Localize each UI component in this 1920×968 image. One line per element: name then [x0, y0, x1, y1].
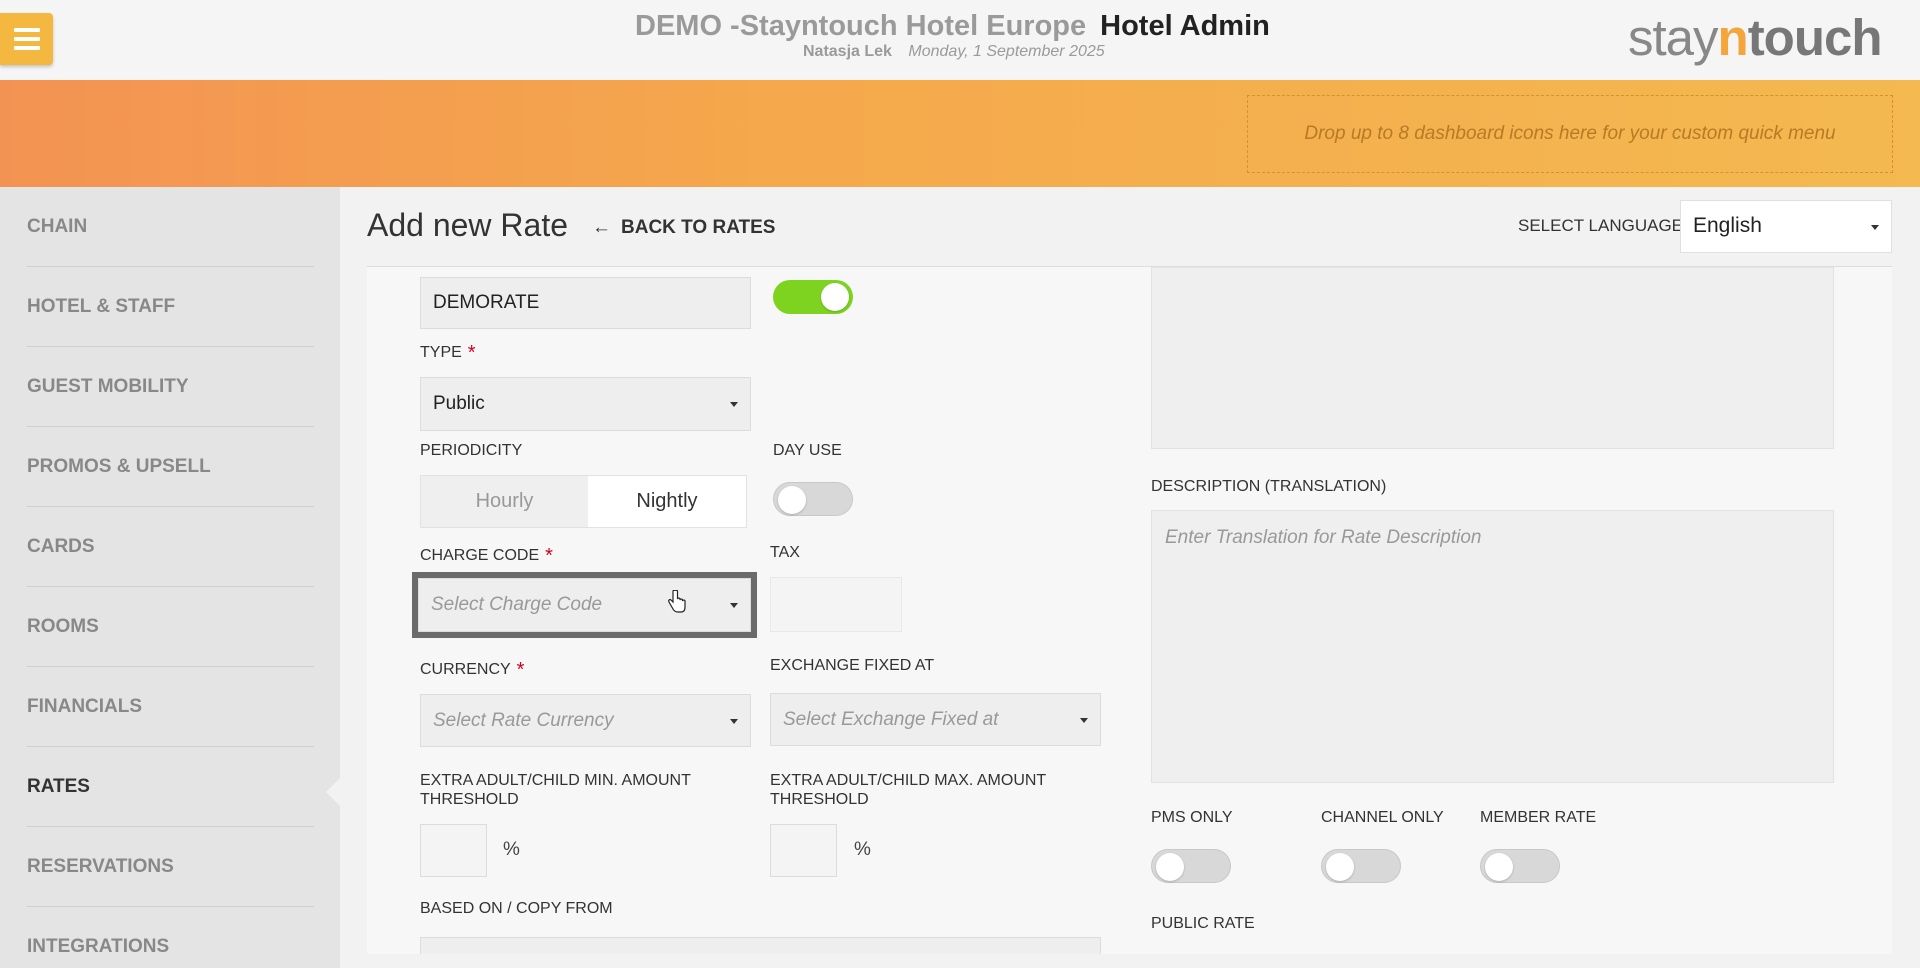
channel-only-label: CHANNEL ONLY [1321, 809, 1444, 826]
sidebar-item-chain[interactable]: CHAIN [27, 187, 314, 267]
currency-select[interactable]: Select Rate Currency [420, 694, 751, 747]
based-on-label: BASED ON / COPY FROM [420, 900, 613, 917]
dropzone-text: Drop up to 8 dashboard icons here for yo… [1304, 123, 1836, 144]
toggle-knob [1156, 853, 1184, 881]
caret-down-icon [730, 718, 738, 724]
toggle-knob [778, 486, 806, 514]
max-threshold-input[interactable] [770, 824, 837, 877]
periodicity-hourly[interactable]: Hourly [421, 476, 588, 527]
tax-label: TAX [770, 544, 800, 561]
main-panel: Add new Rate ← BACK TO RATES SELECT LANGU… [340, 187, 1920, 968]
description-textarea[interactable] [1151, 267, 1834, 449]
charge-code-select[interactable]: Select Charge Code [418, 578, 751, 632]
exchange-fixed-select[interactable]: Select Exchange Fixed at [770, 693, 1101, 746]
day-use-label: DAY USE [773, 442, 842, 459]
caret-down-icon [1080, 717, 1088, 723]
type-label: TYPE * [420, 342, 476, 364]
language-select[interactable]: English [1680, 200, 1892, 253]
pms-only-toggle[interactable] [1151, 849, 1231, 883]
sidebar-item-guest-mobility[interactable]: GUEST MOBILITY [27, 347, 314, 427]
rate-name-input[interactable]: DEMORATE [420, 277, 751, 329]
min-threshold-input[interactable] [420, 824, 487, 877]
member-rate-toggle[interactable] [1480, 849, 1560, 883]
caret-down-icon [730, 603, 738, 608]
header-titles: DEMO -Stayntouch Hotel Europe Hotel Admin… [635, 10, 1285, 61]
select-language-label: SELECT LANGUAGE [1518, 216, 1684, 235]
sidebar-item-reservations[interactable]: RESERVATIONS [27, 827, 314, 907]
page-title: Add new Rate [367, 207, 569, 243]
tax-input[interactable] [770, 577, 902, 632]
dashboard-banner: Drop up to 8 dashboard icons here for yo… [0, 80, 1920, 187]
arrow-left-icon: ← [592, 217, 611, 238]
rate-active-toggle[interactable] [773, 280, 853, 314]
toggle-knob [1326, 853, 1354, 881]
caret-down-icon [1871, 224, 1879, 230]
sidebar-item-integrations[interactable]: INTEGRATIONS [27, 907, 314, 968]
active-indicator [326, 778, 340, 806]
day-use-toggle[interactable] [773, 482, 853, 516]
periodicity-label: PERIODICITY [420, 442, 523, 459]
public-rate-label: PUBLIC RATE [1151, 915, 1255, 932]
sidebar-item-financials[interactable]: FINANCIALS [27, 667, 314, 747]
top-bar: DEMO -Stayntouch Hotel Europe Hotel Admin… [0, 0, 1920, 80]
business-date: Monday, 1 September 2025 [908, 43, 1105, 60]
toggle-knob [821, 283, 849, 311]
member-rate-label: MEMBER RATE [1480, 809, 1597, 826]
max-threshold-label: EXTRA ADULT/CHILD MAX. AMOUNT THRESHOLD [770, 772, 1047, 808]
max-threshold-percent: % [854, 839, 871, 860]
stayntouch-logo: stayntouch [1628, 9, 1883, 66]
toggle-knob [1485, 853, 1513, 881]
channel-only-toggle[interactable] [1321, 849, 1401, 883]
hamburger-icon-line [14, 46, 40, 50]
sidebar-item-rooms[interactable]: ROOMS [27, 587, 314, 667]
hamburger-icon-line [14, 37, 40, 41]
min-threshold-label: EXTRA ADULT/CHILD MIN. AMOUNT THRESHOLD [420, 772, 691, 808]
based-on-select[interactable] [420, 937, 1101, 954]
currency-label: CURRENCY * [420, 659, 525, 681]
sidebar: CHAIN HOTEL & STAFF GUEST MOBILITY PROMO… [0, 187, 340, 968]
caret-down-icon [730, 402, 738, 407]
min-threshold-percent: % [503, 839, 520, 860]
admin-title: Hotel Admin [1100, 10, 1270, 42]
description-translation-label: DESCRIPTION (TRANSLATION) [1151, 478, 1387, 495]
sidebar-item-rates[interactable]: RATES [27, 747, 314, 827]
hamburger-icon [14, 28, 40, 32]
rate-form: DEMORATE TYPE * Public PERIODICITY Hourly… [367, 267, 1892, 954]
hand-pointer-icon [668, 590, 686, 613]
quick-menu-dropzone[interactable]: Drop up to 8 dashboard icons here for yo… [1247, 95, 1893, 173]
exchange-fixed-label: EXCHANGE FIXED AT [770, 657, 935, 674]
description-translation-textarea[interactable]: Enter Translation for Rate Description [1151, 510, 1834, 783]
charge-code-label: CHARGE CODE * [420, 545, 553, 567]
sidebar-item-hotel-staff[interactable]: HOTEL & STAFF [27, 267, 314, 347]
pms-only-label: PMS ONLY [1151, 809, 1233, 826]
periodicity-nightly[interactable]: Nightly [588, 476, 746, 527]
hotel-name: DEMO -Stayntouch Hotel Europe [635, 10, 1087, 42]
type-select[interactable]: Public [420, 377, 751, 431]
periodicity-switch: Hourly Nightly [420, 475, 747, 528]
sidebar-item-cards[interactable]: CARDS [27, 507, 314, 587]
user-name: Natasja Lek [803, 43, 892, 60]
menu-button[interactable] [0, 13, 53, 65]
sidebar-item-promos-upsell[interactable]: PROMOS & UPSELL [27, 427, 314, 507]
back-to-rates-link[interactable]: ← BACK TO RATES [592, 217, 775, 239]
